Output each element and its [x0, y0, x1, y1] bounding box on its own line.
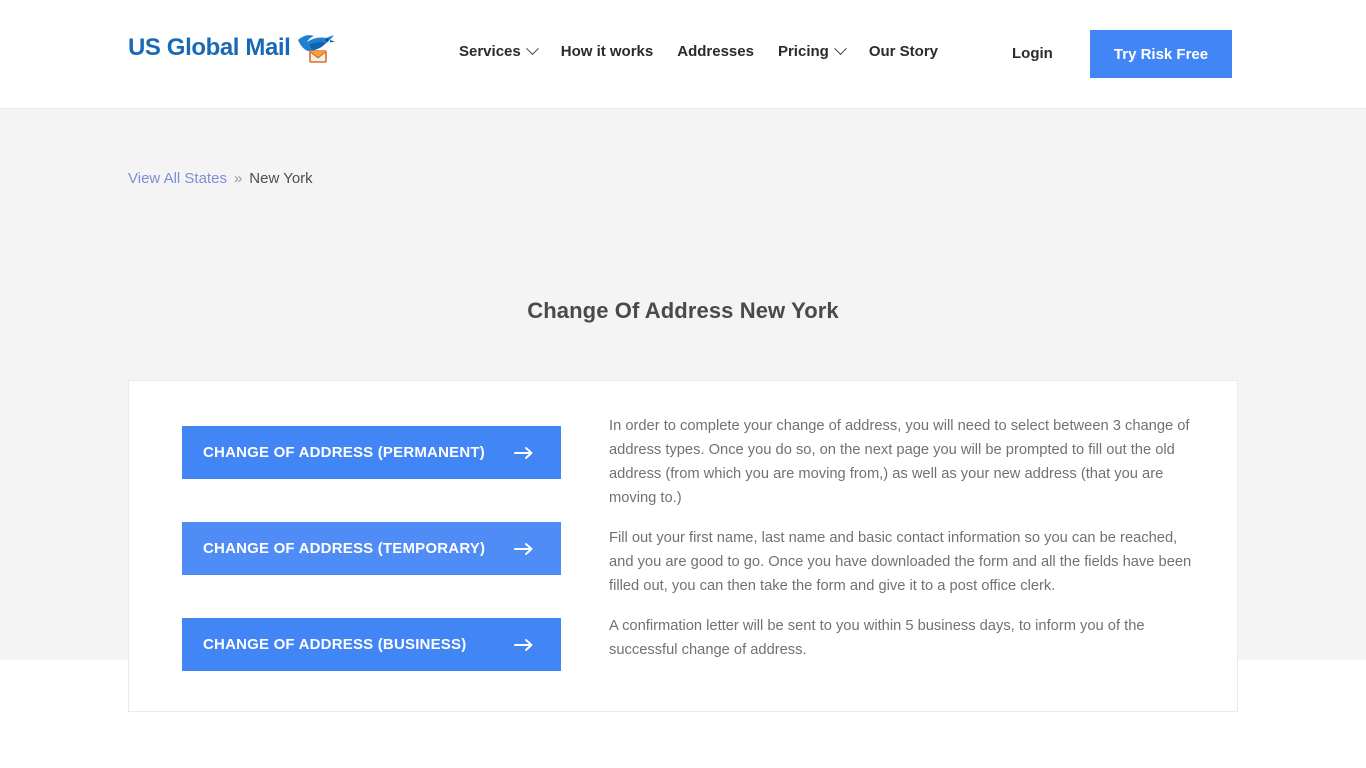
button-label: CHANGE OF ADDRESS (PERMANENT) — [203, 444, 485, 461]
main-navigation: Services How it works Addresses Pricing … — [447, 42, 950, 60]
page-title: Change Of Address New York — [527, 298, 839, 323]
breadcrumb-current: New York — [249, 170, 313, 187]
page-body-section: View All States » New York Change Of Add… — [0, 109, 1366, 712]
chevron-down-icon — [525, 42, 539, 56]
button-label: CHANGE OF ADDRESS (BUSINESS) — [203, 636, 467, 653]
card-actions-column: CHANGE OF ADDRESS (PERMANENT) CHANGE OF … — [129, 381, 609, 711]
button-label: CHANGE OF ADDRESS (TEMPORARY) — [203, 540, 486, 557]
nav-item-label: Addresses — [677, 43, 754, 60]
nav-item-how-it-works[interactable]: How it works — [549, 43, 666, 60]
breadcrumb-link-view-all-states[interactable]: View All States — [128, 170, 227, 187]
login-link[interactable]: Login — [1012, 45, 1053, 62]
nav-item-label: Our Story — [868, 43, 939, 60]
description-paragraph: Fill out your first name, last name and … — [609, 530, 1192, 594]
arrow-right-icon — [514, 638, 533, 651]
nav-item-label: Services — [459, 43, 521, 60]
try-risk-free-button[interactable]: Try Risk Free — [1090, 30, 1232, 78]
bird-envelope-logo-icon — [296, 30, 336, 66]
nav-item-pricing[interactable]: Pricing — [766, 42, 857, 60]
description-paragraph: A confirmation letter will be sent to yo… — [609, 618, 1145, 658]
site-logo[interactable]: US Global Mail — [128, 30, 336, 66]
nav-item-our-story[interactable]: Our Story — [857, 43, 950, 60]
nav-item-label: Pricing — [777, 43, 829, 60]
nav-item-addresses[interactable]: Addresses — [665, 43, 766, 60]
chevron-down-icon — [833, 42, 847, 56]
nav-item-services[interactable]: Services — [447, 42, 549, 60]
breadcrumb: View All States » New York — [128, 170, 313, 187]
site-header: US Global Mail Services How it works Add… — [0, 0, 1366, 109]
arrow-right-icon — [514, 542, 533, 555]
logo-text: US Global Mail — [128, 34, 291, 61]
arrow-right-icon — [514, 446, 533, 459]
description-paragraph: In order to complete your change of addr… — [609, 418, 1190, 506]
nav-item-label: How it works — [560, 43, 654, 60]
change-of-address-business-button[interactable]: CHANGE OF ADDRESS (BUSINESS) — [182, 618, 561, 671]
change-of-address-card: CHANGE OF ADDRESS (PERMANENT) CHANGE OF … — [128, 380, 1238, 712]
change-of-address-temporary-button[interactable]: CHANGE OF ADDRESS (TEMPORARY) — [182, 522, 561, 575]
card-description-column: In order to complete your change of addr… — [609, 381, 1237, 711]
breadcrumb-separator: » — [233, 170, 243, 187]
change-of-address-permanent-button[interactable]: CHANGE OF ADDRESS (PERMANENT) — [182, 426, 561, 479]
